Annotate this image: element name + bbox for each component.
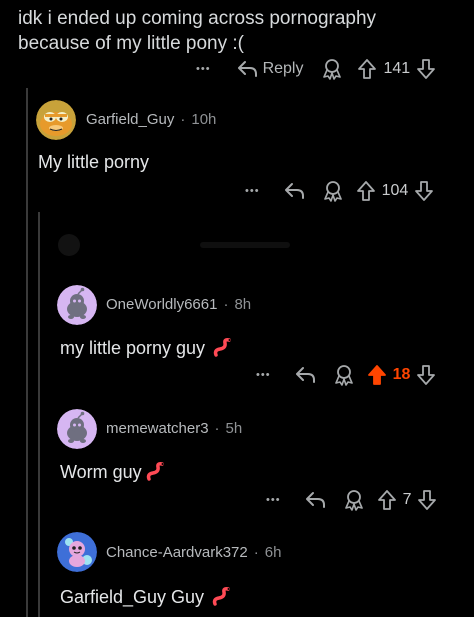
reply-button[interactable]: Reply	[237, 59, 304, 79]
thread-line[interactable]	[38, 212, 40, 617]
snoo-avatar-icon	[57, 409, 97, 449]
comment-body-row: Worm guy	[60, 460, 168, 484]
post-title-line-2: because of my little pony :(	[18, 33, 244, 54]
avatar[interactable]	[57, 285, 97, 325]
collapsed-comment-ghost	[58, 232, 308, 258]
more-options-button[interactable]: •••	[196, 63, 211, 75]
separator-dot: ·	[253, 544, 259, 561]
reply-label: Reply	[262, 60, 304, 77]
downvote-icon[interactable]	[417, 489, 437, 511]
award-icon[interactable]	[322, 180, 344, 202]
comment-score: 104	[381, 182, 409, 199]
downvote-icon[interactable]	[416, 364, 436, 386]
post-action-bar: ••• Reply 141	[196, 58, 436, 80]
comment-score: 18	[392, 366, 411, 383]
separator-dot: ·	[214, 420, 220, 437]
comment-header: OneWorldly6661 · 8h	[106, 296, 251, 313]
comment-header: Garfield_Guy · 10h	[86, 111, 216, 128]
separator-dot: ·	[180, 111, 186, 128]
award-icon[interactable]	[321, 58, 343, 80]
post-title: idk i ended up coming across pornography…	[18, 6, 458, 56]
worm-emoji-icon	[146, 462, 164, 481]
comment-action-bar: ••• 18	[256, 364, 436, 386]
worm-emoji-icon	[213, 338, 231, 357]
avatar[interactable]	[57, 532, 97, 572]
comment-header: memewatcher3 · 5h	[106, 420, 242, 437]
snoo-avatar-icon	[57, 285, 97, 325]
avatar[interactable]	[36, 100, 76, 140]
comment-body: Garfield_Guy Guy	[60, 586, 205, 607]
downvote-icon[interactable]	[416, 58, 436, 80]
comment-action-bar: ••• 104	[245, 180, 434, 202]
username[interactable]: Chance-Aardvark372	[106, 544, 248, 561]
reply-arrow-icon[interactable]	[295, 365, 317, 385]
reply-arrow-icon[interactable]	[305, 490, 327, 510]
username[interactable]: Garfield_Guy	[86, 111, 174, 128]
upvote-icon[interactable]	[356, 180, 376, 202]
garfield-avatar-icon	[36, 100, 76, 140]
comment-header: Chance-Aardvark372 · 6h	[106, 544, 281, 561]
thread-line[interactable]	[26, 88, 28, 617]
username[interactable]: memewatcher3	[106, 420, 209, 437]
post-title-line-1: idk i ended up coming across pornography	[18, 8, 377, 29]
comment-age: 8h	[234, 296, 252, 313]
comment-body: my little porny guy	[60, 337, 206, 358]
comment-age: 5h	[225, 420, 243, 437]
comment-body: My little porny	[38, 152, 150, 172]
comment-age: 6h	[264, 544, 282, 561]
custom-avatar-icon	[57, 532, 97, 572]
avatar[interactable]	[57, 409, 97, 449]
upvote-icon[interactable]	[357, 58, 377, 80]
upvote-active-icon[interactable]	[367, 364, 387, 386]
comment-body-row: my little porny guy	[60, 336, 235, 360]
worm-emoji-icon	[212, 587, 230, 606]
post-score: 141	[383, 60, 411, 77]
comment-age: 10h	[191, 111, 217, 128]
comment-body: Worm guy	[60, 461, 142, 482]
username[interactable]: OneWorldly6661	[106, 296, 217, 313]
reply-arrow-icon	[237, 61, 257, 77]
more-options-button[interactable]: •••	[256, 369, 271, 381]
reply-arrow-icon[interactable]	[284, 181, 306, 201]
comment-action-bar: ••• 7	[266, 489, 437, 511]
more-options-button[interactable]: •••	[245, 185, 260, 197]
comment-score: 7	[402, 491, 412, 508]
separator-dot: ·	[223, 296, 229, 313]
upvote-icon[interactable]	[377, 489, 397, 511]
more-options-button[interactable]: •••	[266, 494, 281, 506]
award-icon[interactable]	[343, 489, 365, 511]
comment-body-row: Garfield_Guy Guy	[60, 585, 234, 609]
downvote-icon[interactable]	[414, 180, 434, 202]
award-icon[interactable]	[333, 364, 355, 386]
